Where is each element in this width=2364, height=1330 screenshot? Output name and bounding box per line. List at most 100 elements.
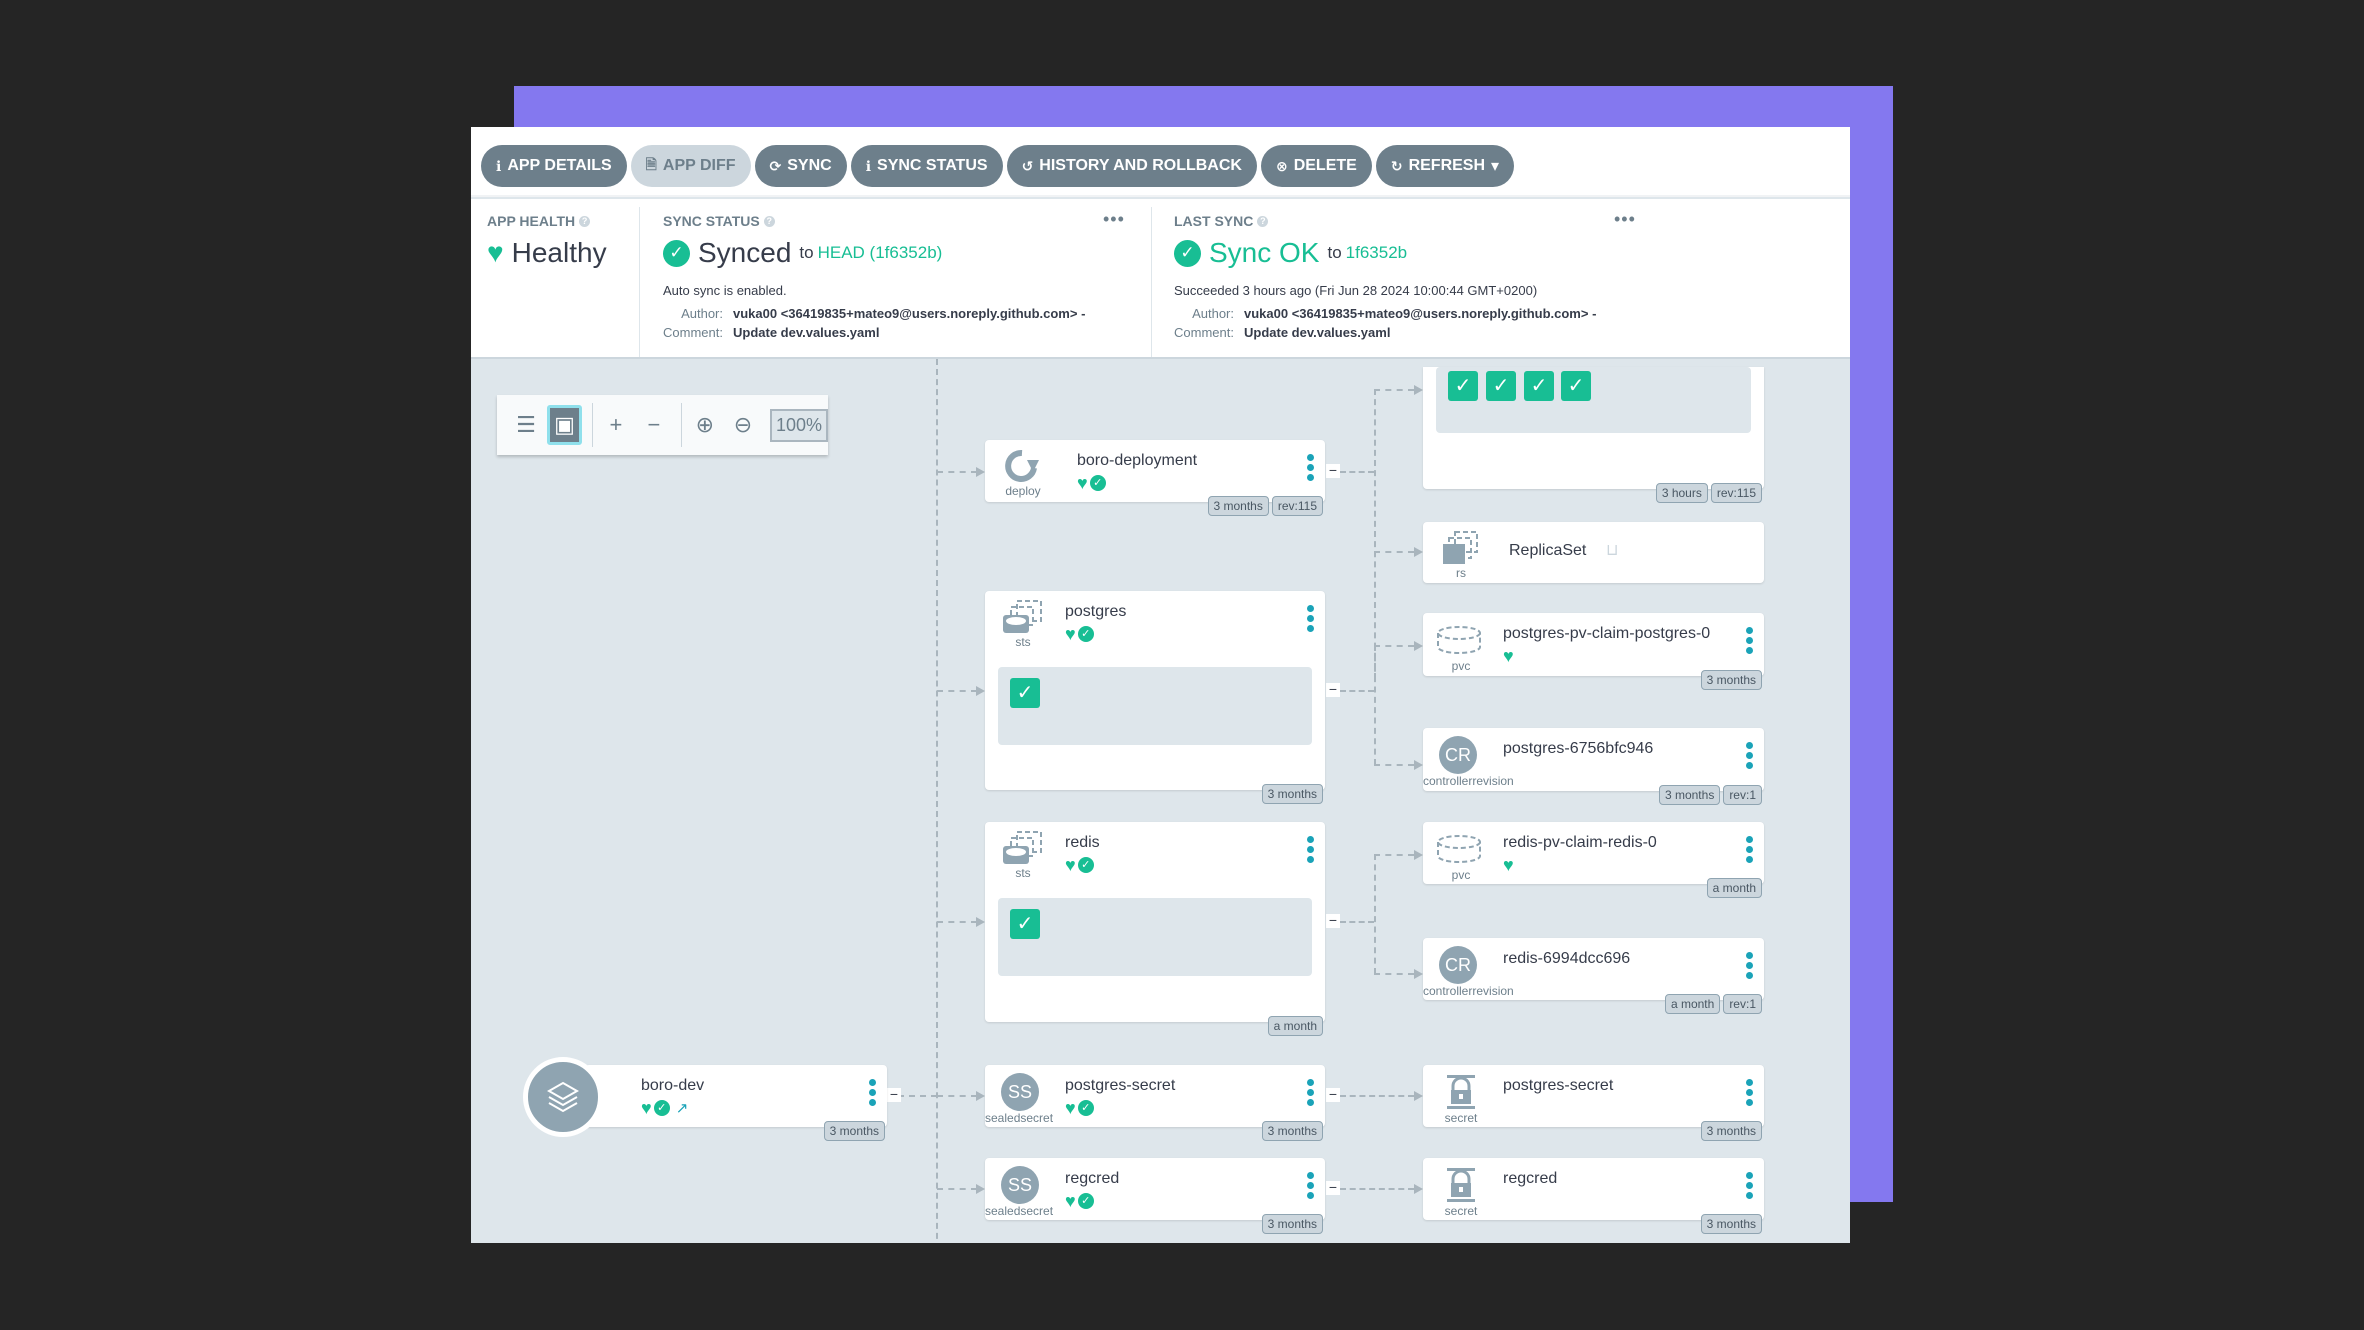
revision-link[interactable]: HEAD (1f6352b)	[818, 243, 943, 263]
comment-value: Update dev.values.yaml	[733, 325, 880, 340]
history-icon: ↺	[1021, 157, 1034, 174]
edge-line	[1340, 921, 1374, 923]
pod-running-icon[interactable]: ✓	[1524, 371, 1554, 401]
heart-icon: ♥	[641, 1098, 652, 1118]
age-tag: 3 months	[1207, 496, 1269, 516]
pod-running-icon[interactable]: ✓	[1561, 371, 1591, 401]
collapse-toggle[interactable]: −	[1326, 913, 1340, 928]
expand-button[interactable]: +	[599, 405, 633, 445]
node-boro-deployment[interactable]: deploy boro-deployment ♥ ✓ 3 months rev:11…	[985, 440, 1325, 516]
node-postgres-sealedsecret[interactable]: SS sealedsecret postgres-secret ♥ ✓ 3 mon…	[985, 1065, 1325, 1141]
check-circle-icon: ✓	[1077, 1100, 1094, 1116]
pvc-icon	[1437, 626, 1481, 654]
help-icon[interactable]: ?	[579, 215, 591, 227]
arrow-icon	[1414, 547, 1423, 557]
node-menu-icon[interactable]	[1305, 836, 1315, 863]
redo-icon: ↻	[1390, 157, 1403, 174]
refresh-button[interactable]: ↻ REFRESH ▾	[1375, 145, 1515, 187]
collapse-toggle[interactable]: −	[1326, 463, 1340, 478]
more-icon[interactable]: •••	[1614, 209, 1636, 230]
fit-to-screen-button[interactable]: ▣	[547, 405, 583, 445]
node-menu-icon[interactable]	[1744, 742, 1754, 769]
node-tags: 3 months	[1261, 784, 1323, 804]
node-name: regcred	[1065, 1170, 1120, 1187]
zoom-in-icon[interactable]: ⊕	[688, 405, 722, 445]
author-label: Author:	[1192, 306, 1234, 321]
node-name: boro-dev	[641, 1077, 705, 1094]
zoom-out-icon[interactable]: ⊖	[726, 405, 760, 445]
collapse-toggle[interactable]: −	[1326, 1180, 1340, 1195]
button-label: SYNC STATUS	[877, 157, 988, 174]
arrow-icon	[1414, 385, 1423, 395]
node-menu-icon[interactable]	[1744, 836, 1754, 863]
node-regcred-sealedsecret[interactable]: SS sealedsecret regcred ♥ ✓ 3 months	[985, 1158, 1325, 1234]
help-icon[interactable]: ?	[1257, 215, 1269, 227]
last-sync-value: ✓ Sync OK to 1f6352b	[1174, 237, 1407, 269]
comment-value: Update dev.values.yaml	[1244, 325, 1391, 340]
node-menu-icon[interactable]	[867, 1079, 877, 1106]
revision-link[interactable]: 1f6352b	[1346, 243, 1407, 263]
collapse-button[interactable]: −	[637, 405, 671, 445]
node-redis-controllerrevision[interactable]: CR controllerrevision redis-6994dcc696 a…	[1423, 938, 1764, 1014]
sync-button[interactable]: ⟳ SYNC	[754, 145, 847, 187]
heart-icon: ♥	[1065, 1191, 1076, 1211]
node-postgres-controllerrevision[interactable]: CR controllerrevision postgres-6756bfc94…	[1423, 728, 1764, 805]
node-menu-icon[interactable]	[1305, 605, 1315, 632]
age-tag: 3 months	[1700, 670, 1762, 690]
node-status: ♥ ✓	[1065, 1192, 1094, 1210]
button-label: HISTORY AND ROLLBACK	[1039, 157, 1242, 174]
external-link-icon[interactable]: ↗	[676, 1099, 689, 1117]
node-name: postgres-secret	[1065, 1077, 1176, 1094]
pod-running-icon[interactable]: ✓	[1010, 909, 1040, 939]
collapse-toggle[interactable]: −	[1326, 1087, 1340, 1102]
node-menu-icon[interactable]	[1744, 627, 1754, 654]
node-name: regcred	[1503, 1170, 1558, 1187]
node-replicaset-pods[interactable]: ✓ ✓ ✓ ✓ 3 hours rev:115	[1423, 367, 1764, 503]
rev-tag: rev:1	[1723, 785, 1762, 805]
collapse-toggle[interactable]: −	[887, 1087, 901, 1102]
delete-button[interactable]: ⊗ DELETE	[1260, 145, 1372, 187]
app-details-button[interactable]: ℹ APP DETAILS	[481, 145, 627, 187]
node-menu-icon[interactable]	[1744, 952, 1754, 979]
node-tags: a month rev:1	[1664, 994, 1762, 1014]
node-postgres-secret[interactable]: secret postgres-secret 3 months	[1423, 1065, 1764, 1141]
node-name: postgres-6756bfc946	[1503, 740, 1654, 757]
node-status: ♥	[1503, 856, 1514, 874]
app-icon	[523, 1057, 603, 1137]
pod-running-icon[interactable]: ✓	[1448, 371, 1478, 401]
arrow-icon	[976, 1184, 985, 1194]
node-menu-icon[interactable]	[1744, 1079, 1754, 1106]
app-node-boro-dev[interactable]: boro-dev ♥ ✓ ↗ 3 months	[585, 1065, 887, 1141]
node-name: ReplicaSet	[1509, 542, 1587, 559]
app-diff-button[interactable]: 🗎 APP DIFF	[630, 145, 751, 187]
node-redis-pvc[interactable]: pvc redis-pv-claim-redis-0 ♥ a month	[1423, 822, 1764, 898]
pod-running-icon[interactable]: ✓	[1486, 371, 1516, 401]
node-regcred-secret[interactable]: secret regcred 3 months	[1423, 1158, 1764, 1234]
history-rollback-button[interactable]: ↺ HISTORY AND ROLLBACK	[1006, 145, 1257, 187]
node-menu-icon[interactable]	[1305, 454, 1315, 481]
node-menu-icon[interactable]	[1305, 1079, 1315, 1106]
node-redis-statefulset[interactable]: sts redis ♥ ✓ ✓ a month	[985, 822, 1325, 1036]
node-kind: rs	[1456, 566, 1466, 580]
sync-status-button[interactable]: ℹ SYNC STATUS	[850, 145, 1003, 187]
app-toolbar: ℹ APP DETAILS 🗎 APP DIFF ⟳ SYNC ℹ SYNC STATU…	[471, 127, 1850, 197]
comment-row: Comment: Update dev.values.yaml	[653, 325, 879, 340]
node-kind: secret	[1444, 1204, 1478, 1218]
node-name: postgres-pv-claim-postgres-0	[1503, 625, 1711, 642]
edge-line	[1374, 764, 1414, 766]
more-icon[interactable]: •••	[1103, 209, 1125, 230]
node-replicaset[interactable]: rs ReplicaSet ⊔	[1423, 522, 1764, 583]
section-title-text: LAST SYNC	[1174, 213, 1254, 229]
collapse-toggle[interactable]: −	[1326, 682, 1340, 697]
pod-group: ✓ ✓ ✓ ✓	[1436, 367, 1751, 433]
pod-running-icon[interactable]: ✓	[1010, 678, 1040, 708]
node-postgres-pvc[interactable]: pvc postgres-pv-claim-postgres-0 ♥ 3 mon…	[1423, 613, 1764, 690]
sync-status-value: ✓ Synced to HEAD (1f6352b)	[663, 237, 942, 269]
node-menu-icon[interactable]	[1744, 1172, 1754, 1199]
list-view-button[interactable]: ☰	[509, 405, 543, 445]
edge-line	[1374, 389, 1376, 679]
node-menu-icon[interactable]	[1305, 1172, 1315, 1199]
help-icon[interactable]: ?	[763, 215, 775, 227]
age-tag: 3 months	[1658, 785, 1721, 805]
node-postgres-statefulset[interactable]: sts postgres ♥ ✓ ✓ 3 months	[985, 591, 1325, 804]
